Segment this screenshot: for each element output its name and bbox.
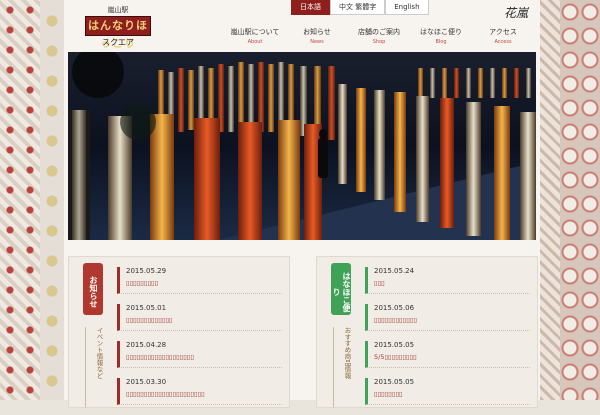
- news-title-link[interactable]: ▯▯▯▯▯▯▯▯▯▯▯▯▯: [126, 316, 282, 324]
- nav-shop[interactable]: 店舗のご案内 Shop: [348, 27, 410, 45]
- nav-about-label: 嵐山駅について: [230, 28, 280, 36]
- blog-date: 2015.05.24: [374, 267, 415, 275]
- news-date: 2015.04.28: [126, 341, 167, 349]
- nav-shop-sublabel: Shop: [372, 39, 386, 45]
- lang-english[interactable]: English: [385, 0, 429, 15]
- nav-news-label: お知らせ: [303, 28, 331, 36]
- left-pattern-border: [0, 0, 40, 400]
- blog-tag[interactable]: はなほこ便り: [331, 263, 351, 315]
- nav-about-sublabel: About: [247, 39, 263, 45]
- nav-access-label: アクセス: [489, 28, 517, 36]
- language-switcher: 日本語 中文 繁體字 English: [291, 0, 429, 15]
- nav-access-sublabel: Access: [494, 39, 512, 45]
- blog-title-link[interactable]: 5/5▯▯▯▯▯▯▯▯▯: [374, 353, 530, 361]
- logo-station-name: 嵐山駅: [107, 6, 129, 14]
- right-pattern-border-inner: [540, 0, 560, 400]
- nav-blog-label: はなほこ便り: [420, 28, 462, 36]
- nav-blog[interactable]: はなほこ便り Blog: [410, 27, 472, 45]
- lang-japanese[interactable]: 日本語: [291, 0, 330, 15]
- news-date: 2015.05.01: [126, 304, 167, 312]
- right-pattern-border: [560, 0, 600, 400]
- brand-mark[interactable]: 花嵐: [504, 4, 528, 21]
- blog-subtag: おすすめ商品情報: [333, 327, 352, 407]
- nav-access[interactable]: アクセス Access: [472, 27, 534, 45]
- nav-news-sublabel: News: [310, 39, 324, 45]
- blog-date: 2015.05.05: [374, 341, 415, 349]
- main-nav: 嵐山駅について About お知らせ News 店舗のご案内 Shop はなほこ…: [224, 27, 534, 45]
- news-title-link[interactable]: ▯▯▯▯▯▯▯▯▯▯▯▯▯▯▯▯▯▯▯: [126, 353, 282, 361]
- nav-blog-sublabel: Blog: [435, 39, 447, 45]
- logo-main-text: はんなりほっこり: [85, 16, 151, 50]
- news-title-link[interactable]: ▯▯▯▯▯▯▯▯▯▯▯▯▯▯▯▯▯▯▯▯▯▯: [126, 390, 282, 398]
- list-item[interactable]: 2015.04.28 ▯▯▯▯▯▯▯▯▯▯▯▯▯▯▯▯▯▯▯: [117, 341, 282, 368]
- hero-image-kimono-forest: [68, 52, 536, 240]
- blog-title-link[interactable]: ▯▯▯▯▯▯▯▯▯▯▯▯: [374, 316, 530, 324]
- page-container: 嵐山駅 はんなりほっこり スクエア 日本語 中文 繁體字 English 花嵐 …: [64, 0, 540, 408]
- list-item[interactable]: 2015.03.30 ▯▯▯▯▯▯▯▯▯▯▯▯▯▯▯▯▯▯▯▯▯▯: [117, 378, 282, 405]
- blog-date: 2015.05.06: [374, 304, 415, 312]
- nav-news[interactable]: お知らせ News: [286, 27, 348, 45]
- news-title-link[interactable]: ▯▯▯▯▯▯▯▯▯: [126, 279, 282, 287]
- list-item[interactable]: 2015.05.29 ▯▯▯▯▯▯▯▯▯: [117, 267, 282, 294]
- blog-list: 2015.05.24 ▯▯▯ 2015.05.06 ▯▯▯▯▯▯▯▯▯▯▯▯ 2…: [365, 267, 530, 415]
- news-panel: お知らせ イベント情報など 2015.05.29 ▯▯▯▯▯▯▯▯▯ 2015.…: [68, 256, 290, 408]
- list-item[interactable]: 2015.05.06 ▯▯▯▯▯▯▯▯▯▯▯▯: [365, 304, 530, 331]
- news-tag[interactable]: お知らせ: [83, 263, 103, 315]
- blog-title-link[interactable]: ▯▯▯▯▯▯▯▯: [374, 390, 530, 398]
- left-pattern-border-inner: [40, 0, 64, 400]
- nav-about[interactable]: 嵐山駅について About: [224, 27, 286, 45]
- blog-title-link[interactable]: ▯▯▯: [374, 279, 530, 287]
- news-date: 2015.05.29: [126, 267, 167, 275]
- list-item[interactable]: 2015.05.24 ▯▯▯: [365, 267, 530, 294]
- hero-illustration: [68, 52, 536, 240]
- news-list: 2015.05.29 ▯▯▯▯▯▯▯▯▯ 2015.05.01 ▯▯▯▯▯▯▯▯…: [117, 267, 282, 415]
- news-date: 2015.03.30: [126, 378, 167, 386]
- nav-shop-label: 店舗のご案内: [358, 28, 400, 36]
- list-item[interactable]: 2015.05.01 ▯▯▯▯▯▯▯▯▯▯▯▯▯: [117, 304, 282, 331]
- blog-panel: はなほこ便り おすすめ商品情報 2015.05.24 ▯▯▯ 2015.05.0…: [316, 256, 538, 408]
- lang-chinese-traditional[interactable]: 中文 繁體字: [330, 0, 386, 15]
- blog-date: 2015.05.05: [374, 378, 415, 386]
- news-subtag: イベント情報など: [85, 327, 104, 407]
- site-logo[interactable]: 嵐山駅 はんなりほっこり スクエア: [78, 5, 158, 50]
- list-item[interactable]: 2015.05.05 ▯▯▯▯▯▯▯▯: [365, 378, 530, 405]
- list-item[interactable]: 2015.05.05 5/5▯▯▯▯▯▯▯▯▯: [365, 341, 530, 368]
- logo-square-text: スクエア: [102, 38, 134, 47]
